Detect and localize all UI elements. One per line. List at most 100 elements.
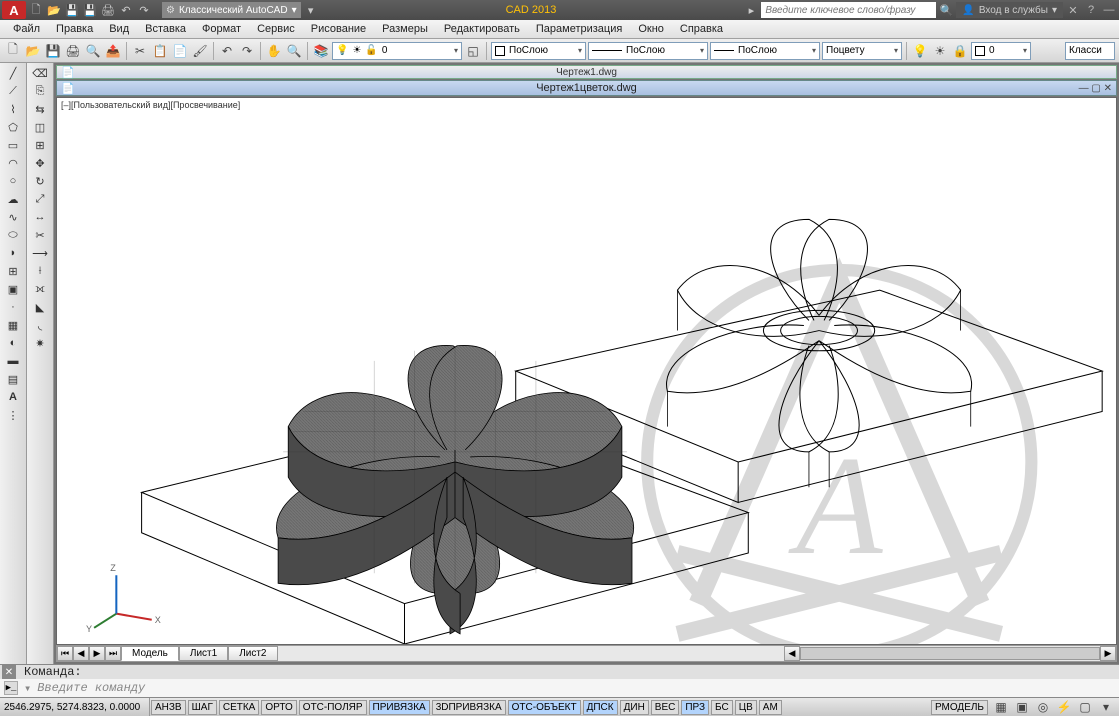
- erase-icon[interactable]: ⌫: [31, 65, 49, 81]
- menu-help[interactable]: Справка: [673, 22, 730, 36]
- open-icon[interactable]: 📂: [46, 2, 62, 18]
- login-button[interactable]: 👤 Вход в службы ▾: [956, 2, 1063, 18]
- line-icon[interactable]: ╱: [4, 65, 22, 81]
- match-icon[interactable]: 🖌: [191, 42, 209, 60]
- status-toggle-бс[interactable]: БС: [711, 700, 733, 715]
- model-viewport[interactable]: [–][Пользовательский вид][Просвечивание]…: [56, 97, 1117, 645]
- preview-icon[interactable]: 🔍: [84, 42, 102, 60]
- trim-icon[interactable]: ✂: [31, 227, 49, 243]
- color-dropdown[interactable]: ПоСлою ▾: [491, 42, 586, 60]
- model-paper-toggle[interactable]: РМОДЕЛЬ: [931, 700, 988, 715]
- scale-icon[interactable]: ⤢: [31, 191, 49, 207]
- menu-insert[interactable]: Вставка: [138, 22, 193, 36]
- chevron-down-icon[interactable]: ▾: [24, 681, 31, 696]
- status-toggle-ам[interactable]: АМ: [759, 700, 782, 715]
- arc-icon[interactable]: ◠: [4, 155, 22, 171]
- undo-icon[interactable]: ↶: [218, 42, 236, 60]
- menu-edit[interactable]: Правка: [49, 22, 100, 36]
- lineweight-dropdown[interactable]: ПоСлою ▾: [710, 42, 820, 60]
- document-tab-2[interactable]: 📄 Чертеж1цветок.dwg — ▢ ✕: [56, 80, 1117, 96]
- block-icon[interactable]: ▣: [4, 281, 22, 297]
- ray-icon[interactable]: ⟋: [4, 83, 22, 99]
- status-toggle-дпск[interactable]: ДПСК: [583, 700, 618, 715]
- status-toggle-шаг[interactable]: ШАГ: [188, 700, 217, 715]
- status-toggle-отс-поляр[interactable]: ОТС-ПОЛЯР: [299, 700, 367, 715]
- tab-last-icon[interactable]: ⏭: [105, 646, 121, 661]
- menu-tools[interactable]: Сервис: [250, 22, 302, 36]
- menu-view[interactable]: Вид: [102, 22, 136, 36]
- chamfer-icon[interactable]: ◣: [31, 299, 49, 315]
- save-icon[interactable]: 💾: [64, 2, 80, 18]
- help-icon[interactable]: ?: [1083, 2, 1099, 18]
- table-icon[interactable]: ▤: [4, 371, 22, 387]
- save-icon[interactable]: 💾: [44, 42, 62, 60]
- saveas-icon[interactable]: 💾: [82, 2, 98, 18]
- window-controls[interactable]: — ▢ ✕: [1079, 83, 1112, 94]
- sun-icon[interactable]: ☀: [931, 42, 949, 60]
- menu-parametric[interactable]: Параметризация: [529, 22, 629, 36]
- command-input[interactable]: ▶_ ▾ Введите команду: [0, 679, 1119, 697]
- layer-prev-icon[interactable]: ◱: [464, 42, 482, 60]
- polygon-icon[interactable]: ⬠: [4, 119, 22, 135]
- redo-icon[interactable]: ↷: [136, 2, 152, 18]
- linetype-dropdown[interactable]: ПоСлою ▾: [588, 42, 708, 60]
- hardware-accel-icon[interactable]: ⚡: [1055, 698, 1073, 716]
- qat-dropdown-icon[interactable]: ▾: [303, 2, 319, 18]
- plot-icon[interactable]: 🖨: [100, 2, 116, 18]
- minimize-icon[interactable]: —: [1101, 2, 1117, 18]
- lock-icon[interactable]: 🔒: [951, 42, 969, 60]
- status-toggle-вес[interactable]: ВЕС: [651, 700, 680, 715]
- tab-next-icon[interactable]: ▶: [89, 646, 105, 661]
- open-icon[interactable]: 📂: [24, 42, 42, 60]
- point-icon[interactable]: ·: [4, 299, 22, 315]
- isolate-icon[interactable]: ◎: [1034, 698, 1052, 716]
- layer-prop-icon[interactable]: 📚: [312, 42, 330, 60]
- drawing-canvas[interactable]: X Y Z A: [57, 98, 1116, 644]
- layout-tab-2[interactable]: Лист2: [228, 646, 277, 661]
- undo-icon[interactable]: ↶: [118, 2, 134, 18]
- stretch-icon[interactable]: ↔: [31, 209, 49, 225]
- zoom-icon[interactable]: 🔍: [285, 42, 303, 60]
- plotstyle-dropdown[interactable]: Поцвету ▾: [822, 42, 902, 60]
- menu-window[interactable]: Окно: [631, 22, 671, 36]
- tab-first-icon[interactable]: ⏮: [57, 646, 73, 661]
- menu-format[interactable]: Формат: [195, 22, 248, 36]
- redo-icon[interactable]: ↷: [238, 42, 256, 60]
- layer-dropdown[interactable]: 💡 ☀ 🔓 0 ▾: [332, 42, 462, 60]
- workspace-dropdown[interactable]: ⚙ Классический AutoCAD ▾: [162, 2, 301, 18]
- break-icon[interactable]: ⟊: [31, 263, 49, 279]
- fillet-icon[interactable]: ◟: [31, 317, 49, 333]
- document-tab-1[interactable]: 📄 Чертеж1.dwg: [56, 65, 1117, 79]
- join-icon[interactable]: ⟗: [31, 281, 49, 297]
- gradient-icon[interactable]: ◐: [4, 335, 22, 351]
- lightbulb-icon[interactable]: 💡: [911, 42, 929, 60]
- rotate-icon[interactable]: ↻: [31, 173, 49, 189]
- status-toggle-орто[interactable]: ОРТО: [261, 700, 296, 715]
- quick-props-icon[interactable]: ▣: [1013, 698, 1031, 716]
- status-toggle-привязка[interactable]: ПРИВЯЗКА: [369, 700, 430, 715]
- offset-icon[interactable]: ◫: [31, 119, 49, 135]
- rectangle-icon[interactable]: ▭: [4, 137, 22, 153]
- status-toggle-сетка[interactable]: СЕТКА: [219, 700, 260, 715]
- menu-modify[interactable]: Редактировать: [437, 22, 527, 36]
- status-toggle-анзв[interactable]: АНЗВ: [151, 700, 186, 715]
- status-toggle-дин[interactable]: ДИН: [620, 700, 649, 715]
- clean-screen-icon[interactable]: ▢: [1076, 698, 1094, 716]
- layout-tab-1[interactable]: Лист1: [179, 646, 228, 661]
- scroll-left-icon[interactable]: ◀: [784, 646, 800, 661]
- publish-icon[interactable]: 📤: [104, 42, 122, 60]
- extend-icon[interactable]: ⟶: [31, 245, 49, 261]
- ellipse-arc-icon[interactable]: ◗: [4, 245, 22, 261]
- status-toggle-прз[interactable]: ПРЗ: [681, 700, 709, 715]
- menu-dimension[interactable]: Размеры: [375, 22, 435, 36]
- insert-icon[interactable]: ⊞: [4, 263, 22, 279]
- close-icon[interactable]: ✕: [2, 665, 16, 679]
- exchange-icon[interactable]: ✕: [1065, 2, 1081, 18]
- array-icon[interactable]: ⊞: [31, 137, 49, 153]
- pan-icon[interactable]: ✋: [265, 42, 283, 60]
- copy-icon[interactable]: 📋: [151, 42, 169, 60]
- workspace2-dropdown[interactable]: Класси: [1065, 42, 1115, 60]
- menu-draw[interactable]: Рисование: [304, 22, 373, 36]
- tray-dropdown-icon[interactable]: ▾: [1097, 698, 1115, 716]
- new-icon[interactable]: 🗋: [4, 42, 22, 60]
